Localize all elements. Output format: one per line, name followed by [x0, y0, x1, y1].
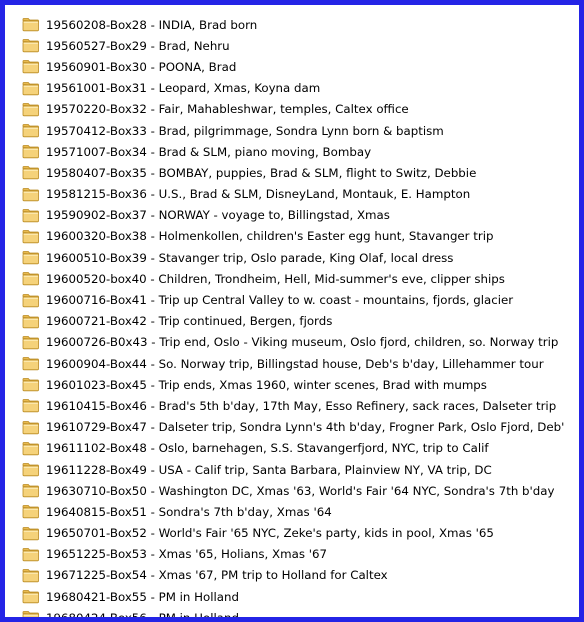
- folder-item[interactable]: 19640815-Box51 - Sondra's 7th b'day, Xma…: [22, 501, 574, 522]
- folder-list: 19560208-Box28 - INDIA, Brad born 1956052…: [22, 14, 574, 617]
- folder-icon: [22, 293, 40, 308]
- folder-name: 19611102-Box48 - Oslo, barnehagen, S.S. …: [46, 441, 489, 456]
- folder-item[interactable]: 19600520-box40 - Children, Trondheim, He…: [22, 268, 574, 289]
- folder-icon: [22, 59, 40, 74]
- folder-item[interactable]: 19671225-Box54 - Xmas '67, PM trip to Ho…: [22, 565, 574, 586]
- folder-icon: [22, 356, 40, 371]
- folder-item[interactable]: 19610415-Box46 - Brad's 5th b'day, 17th …: [22, 395, 574, 416]
- folder-item[interactable]: 19580407-Box35 - BOMBAY, puppies, Brad &…: [22, 162, 574, 183]
- folder-item[interactable]: 19560901-Box30 - POONA, Brad: [22, 56, 574, 77]
- folder-name: 19600716-Box41 - Trip up Central Valley …: [46, 293, 514, 308]
- folder-item[interactable]: 19570412-Box33 - Brad, pilgrimmage, Sond…: [22, 120, 574, 141]
- folder-name: 19581215-Box36 - U.S., Brad & SLM, Disne…: [46, 187, 471, 202]
- folder-icon: [22, 165, 40, 180]
- folder-item[interactable]: 19571007-Box34 - Brad & SLM, piano movin…: [22, 141, 574, 162]
- folder-icon: [22, 526, 40, 541]
- folder-item[interactable]: 19601023-Box45 - Trip ends, Xmas 1960, w…: [22, 374, 574, 395]
- folder-icon: [22, 102, 40, 117]
- window-frame: 19560208-Box28 - INDIA, Brad born 1956052…: [0, 0, 584, 622]
- folder-icon: [22, 483, 40, 498]
- folder-item[interactable]: 19560527-Box29 - Brad, Nehru: [22, 35, 574, 56]
- folder-item[interactable]: 19611228-Box49 - USA - Calif trip, Santa…: [22, 459, 574, 480]
- folder-item[interactable]: 19600320-Box38 - Holmenkollen, children'…: [22, 226, 574, 247]
- folder-icon: [22, 17, 40, 32]
- folder-icon: [22, 187, 40, 202]
- folder-item[interactable]: 19651225-Box53 - Xmas '65, Holians, Xmas…: [22, 544, 574, 565]
- folder-name: 19600510-Box39 - Stavanger trip, Oslo pa…: [46, 250, 454, 265]
- folder-icon: [22, 568, 40, 583]
- folder-name: 19640815-Box51 - Sondra's 7th b'day, Xma…: [46, 504, 332, 519]
- folder-icon: [22, 441, 40, 456]
- folder-name: 19590902-Box37 - NORWAY - voyage to, Bil…: [46, 208, 390, 223]
- folder-item[interactable]: 19581215-Box36 - U.S., Brad & SLM, Disne…: [22, 184, 574, 205]
- folder-name: 19650701-Box52 - World's Fair '65 NYC, Z…: [46, 526, 494, 541]
- folder-icon: [22, 398, 40, 413]
- folder-name: 19630710-Box50 - Washington DC, Xmas '63…: [46, 483, 555, 498]
- folder-name: 19560527-Box29 - Brad, Nehru: [46, 38, 230, 53]
- folder-icon: [22, 271, 40, 286]
- folder-icon: [22, 314, 40, 329]
- folder-item[interactable]: 19570220-Box32 - Fair, Mahableshwar, tem…: [22, 99, 574, 120]
- folder-item[interactable]: 19600721-Box42 - Trip continued, Bergen,…: [22, 311, 574, 332]
- folder-name: 19560901-Box30 - POONA, Brad: [46, 59, 237, 74]
- folder-name: 19610415-Box46 - Brad's 5th b'day, 17th …: [46, 398, 557, 413]
- folder-name: 19680421-Box55 - PM in Holland: [46, 589, 239, 604]
- folder-icon: [22, 123, 40, 138]
- folder-item[interactable]: 19600716-Box41 - Trip up Central Valley …: [22, 289, 574, 310]
- folder-icon: [22, 229, 40, 244]
- folder-item[interactable]: 19610729-Box47 - Dalseter trip, Sondra L…: [22, 417, 574, 438]
- folder-name: 19610729-Box47 - Dalseter trip, Sondra L…: [46, 420, 565, 435]
- folder-name: 19671225-Box54 - Xmas '67, PM trip to Ho…: [46, 568, 388, 583]
- folder-name: 19651225-Box53 - Xmas '65, Holians, Xmas…: [46, 547, 327, 562]
- folder-item[interactable]: 19600510-Box39 - Stavanger trip, Oslo pa…: [22, 247, 574, 268]
- folder-name: 19570220-Box32 - Fair, Mahableshwar, tem…: [46, 102, 409, 117]
- folder-item[interactable]: 19680421-Box55 - PM in Holland: [22, 586, 574, 607]
- folder-icon: [22, 462, 40, 477]
- folder-icon: [22, 420, 40, 435]
- folder-list-panel[interactable]: 19560208-Box28 - INDIA, Brad born 1956052…: [10, 10, 574, 617]
- folder-item[interactable]: 19600904-Box44 - So. Norway trip, Billin…: [22, 353, 574, 374]
- folder-name: 19571007-Box34 - Brad & SLM, piano movin…: [46, 144, 372, 159]
- folder-name: 19600320-Box38 - Holmenkollen, children'…: [46, 229, 494, 244]
- folder-item[interactable]: 19630710-Box50 - Washington DC, Xmas '63…: [22, 480, 574, 501]
- folder-name: 19600520-box40 - Children, Trondheim, He…: [46, 271, 505, 286]
- folder-item[interactable]: 19561001-Box31 - Leopard, Xmas, Koyna da…: [22, 78, 574, 99]
- folder-name: 19560208-Box28 - INDIA, Brad born: [46, 17, 258, 32]
- folder-item[interactable]: 19611102-Box48 - Oslo, barnehagen, S.S. …: [22, 438, 574, 459]
- folder-icon: [22, 377, 40, 392]
- folder-icon: [22, 335, 40, 350]
- folder-name: 19570412-Box33 - Brad, pilgrimmage, Sond…: [46, 123, 444, 138]
- folder-icon: [22, 208, 40, 223]
- folder-name: 19561001-Box31 - Leopard, Xmas, Koyna da…: [46, 81, 321, 96]
- folder-item[interactable]: 19560208-Box28 - INDIA, Brad born: [22, 14, 574, 35]
- folder-item[interactable]: 19680424-Box56 - PM in Holland: [22, 607, 574, 617]
- folder-name: 19601023-Box45 - Trip ends, Xmas 1960, w…: [46, 377, 487, 392]
- folder-name: 19600726-B0x43 - Trip end, Oslo - Viking…: [46, 335, 559, 350]
- folder-item[interactable]: 19590902-Box37 - NORWAY - voyage to, Bil…: [22, 205, 574, 226]
- folder-icon: [22, 589, 40, 604]
- folder-item[interactable]: 19600726-B0x43 - Trip end, Oslo - Viking…: [22, 332, 574, 353]
- folder-name: 19611228-Box49 - USA - Calif trip, Santa…: [46, 462, 492, 477]
- folder-name: 19600721-Box42 - Trip continued, Bergen,…: [46, 314, 333, 329]
- folder-icon: [22, 610, 40, 617]
- folder-icon: [22, 38, 40, 53]
- folder-icon: [22, 504, 40, 519]
- folder-icon: [22, 81, 40, 96]
- folder-name: 19680424-Box56 - PM in Holland: [46, 611, 239, 617]
- folder-icon: [22, 144, 40, 159]
- folder-name: 19600904-Box44 - So. Norway trip, Billin…: [46, 356, 544, 371]
- folder-item[interactable]: 19650701-Box52 - World's Fair '65 NYC, Z…: [22, 523, 574, 544]
- folder-icon: [22, 250, 40, 265]
- folder-name: 19580407-Box35 - BOMBAY, puppies, Brad &…: [46, 165, 477, 180]
- folder-icon: [22, 547, 40, 562]
